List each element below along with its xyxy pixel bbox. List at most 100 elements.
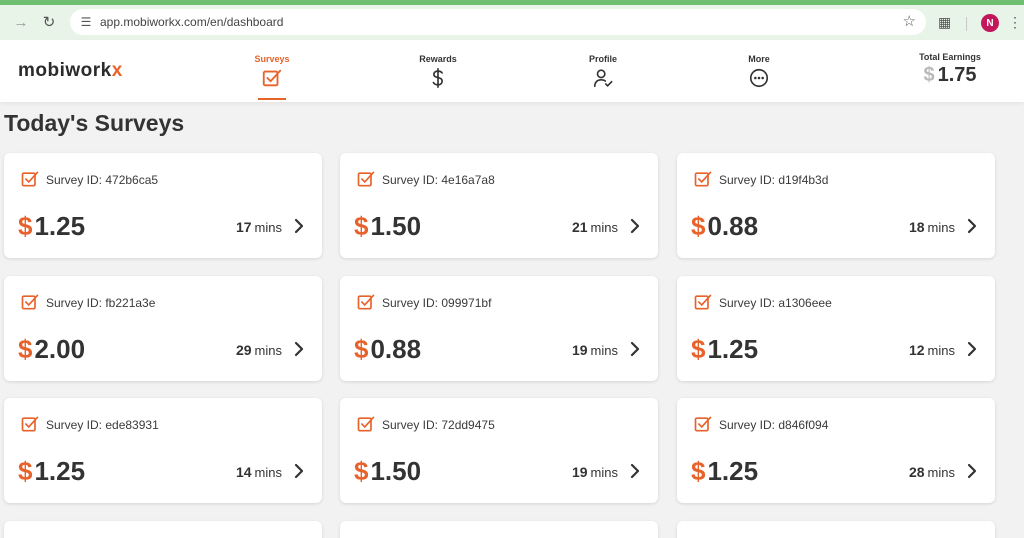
checkbox-icon bbox=[357, 171, 375, 187]
reward-currency: $ bbox=[18, 211, 33, 241]
profile-avatar[interactable]: N bbox=[981, 14, 999, 32]
survey-reward: $1.25 bbox=[18, 211, 85, 242]
checkbox-icon bbox=[694, 171, 712, 187]
reward-amount: 1.25 bbox=[34, 456, 86, 486]
chevron-right-icon[interactable] bbox=[628, 462, 642, 480]
reward-amount: 2.00 bbox=[34, 334, 86, 364]
survey-reward: $1.25 bbox=[691, 456, 758, 487]
duration-value: 19 bbox=[571, 464, 588, 480]
nav-more-label: More bbox=[748, 54, 770, 64]
survey-card[interactable]: Survey ID: 472b6ca5 $1.25 17 mins bbox=[4, 153, 322, 258]
back-arrow-icon[interactable]: → bbox=[8, 9, 34, 35]
reward-amount: 1.25 bbox=[707, 456, 759, 486]
active-tab-indicator bbox=[258, 98, 286, 100]
chevron-right-icon[interactable] bbox=[965, 340, 979, 358]
reward-currency: $ bbox=[354, 334, 369, 364]
survey-card-partial[interactable] bbox=[340, 521, 658, 538]
survey-card[interactable]: Survey ID: ede83931 $1.25 14 mins bbox=[4, 398, 322, 503]
toolbar-divider bbox=[966, 17, 967, 31]
chevron-right-icon[interactable] bbox=[628, 340, 642, 358]
duration-value: 12 bbox=[908, 342, 925, 358]
more-dots-icon bbox=[749, 68, 769, 88]
nav-profile[interactable]: Profile bbox=[563, 54, 643, 89]
reward-amount: 1.25 bbox=[34, 211, 86, 241]
page-title: Today's Surveys bbox=[4, 110, 185, 136]
survey-card-partial[interactable] bbox=[677, 521, 995, 538]
survey-id: Survey ID: a1306eee bbox=[719, 296, 832, 310]
bookmark-star-icon[interactable]: ☆ bbox=[903, 12, 916, 30]
checkbox-icon bbox=[21, 416, 39, 432]
url-text[interactable]: app.mobiworkx.com/en/dashboard bbox=[100, 15, 283, 29]
survey-id: Survey ID: fb221a3e bbox=[46, 296, 156, 310]
survey-duration: 12 mins bbox=[909, 342, 955, 358]
checkbox-icon bbox=[694, 416, 712, 432]
reward-amount: 1.50 bbox=[370, 211, 422, 241]
survey-id: Survey ID: 472b6ca5 bbox=[46, 173, 159, 187]
duration-unit: mins bbox=[254, 343, 282, 358]
nav-rewards-label: Rewards bbox=[419, 54, 457, 64]
duration-unit: mins bbox=[590, 465, 618, 480]
earnings-amount: 1.75 bbox=[937, 64, 977, 86]
survey-card[interactable]: Survey ID: fb221a3e $2.00 29 mins bbox=[4, 276, 322, 381]
dollar-icon bbox=[432, 68, 443, 88]
survey-card[interactable]: Survey ID: a1306eee $1.25 12 mins bbox=[677, 276, 995, 381]
checkbox-icon bbox=[357, 416, 375, 432]
survey-card[interactable]: Survey ID: 72dd9475 $1.50 19 mins bbox=[340, 398, 658, 503]
mobiworkx-logo[interactable]: mobiworkx bbox=[18, 60, 123, 82]
total-earnings: Total Earnings $1.75 bbox=[908, 52, 992, 87]
duration-value: 18 bbox=[908, 219, 925, 235]
reward-currency: $ bbox=[691, 334, 706, 364]
chevron-right-icon[interactable] bbox=[292, 340, 306, 358]
nav-surveys-label: Surveys bbox=[254, 54, 290, 64]
duration-unit: mins bbox=[927, 220, 955, 235]
survey-card[interactable]: Survey ID: 4e16a7a8 $1.50 21 mins bbox=[340, 153, 658, 258]
survey-duration: 28 mins bbox=[909, 464, 955, 480]
total-earnings-label: Total Earnings bbox=[919, 52, 981, 62]
chevron-right-icon[interactable] bbox=[628, 217, 642, 235]
survey-reward: $1.50 bbox=[354, 456, 421, 487]
duration-unit: mins bbox=[254, 220, 282, 235]
reward-amount: 1.25 bbox=[707, 334, 759, 364]
checkbox-icon bbox=[21, 171, 39, 187]
duration-unit: mins bbox=[927, 465, 955, 480]
nav-surveys[interactable]: Surveys bbox=[232, 54, 312, 89]
checkbox-icon bbox=[694, 294, 712, 310]
duration-value: 17 bbox=[235, 219, 252, 235]
survey-duration: 19 mins bbox=[572, 342, 618, 358]
chevron-right-icon[interactable] bbox=[292, 462, 306, 480]
survey-card[interactable]: Survey ID: 099971bf $0.88 19 mins bbox=[340, 276, 658, 381]
survey-card[interactable]: Survey ID: d19f4b3d $0.88 18 mins bbox=[677, 153, 995, 258]
reward-currency: $ bbox=[18, 456, 33, 486]
browser-toolbar: → ↻ ☰ app.mobiworkx.com/en/dashboard ☆ ▦… bbox=[0, 5, 1024, 40]
site-info-icon[interactable]: ☰ bbox=[78, 14, 94, 30]
survey-id: Survey ID: d19f4b3d bbox=[719, 173, 829, 187]
duration-unit: mins bbox=[590, 220, 618, 235]
reward-currency: $ bbox=[691, 211, 706, 241]
survey-card[interactable]: Survey ID: d846f094 $1.25 28 mins bbox=[677, 398, 995, 503]
chevron-right-icon[interactable] bbox=[965, 217, 979, 235]
chevron-right-icon[interactable] bbox=[965, 462, 979, 480]
chevron-right-icon[interactable] bbox=[292, 217, 306, 235]
survey-reward: $1.50 bbox=[354, 211, 421, 242]
total-earnings-value: $1.75 bbox=[908, 64, 992, 87]
nav-more[interactable]: More bbox=[719, 54, 799, 89]
survey-reward: $0.88 bbox=[354, 334, 421, 365]
nav-profile-label: Profile bbox=[588, 54, 617, 64]
reload-icon[interactable]: ↻ bbox=[36, 9, 62, 35]
address-bar[interactable]: ☰ app.mobiworkx.com/en/dashboard ☆ bbox=[70, 9, 926, 35]
reward-amount: 0.88 bbox=[370, 334, 422, 364]
survey-duration: 29 mins bbox=[236, 342, 282, 358]
nav-rewards[interactable]: Rewards bbox=[398, 54, 478, 89]
survey-id: Survey ID: 72dd9475 bbox=[382, 418, 495, 432]
survey-card-partial[interactable] bbox=[4, 521, 322, 538]
reward-currency: $ bbox=[691, 456, 706, 486]
app-header: mobiworkx Surveys Rewards Profile More T… bbox=[0, 40, 1024, 102]
checkbox-icon bbox=[21, 294, 39, 310]
checkbox-icon bbox=[357, 294, 375, 310]
reward-currency: $ bbox=[354, 211, 369, 241]
extensions-icon[interactable]: ▦ bbox=[938, 14, 951, 31]
browser-menu-icon[interactable]: ⋮ bbox=[1008, 14, 1022, 31]
survey-id: Survey ID: 099971bf bbox=[382, 296, 492, 310]
duration-unit: mins bbox=[927, 343, 955, 358]
logo-accent: x bbox=[111, 60, 123, 81]
